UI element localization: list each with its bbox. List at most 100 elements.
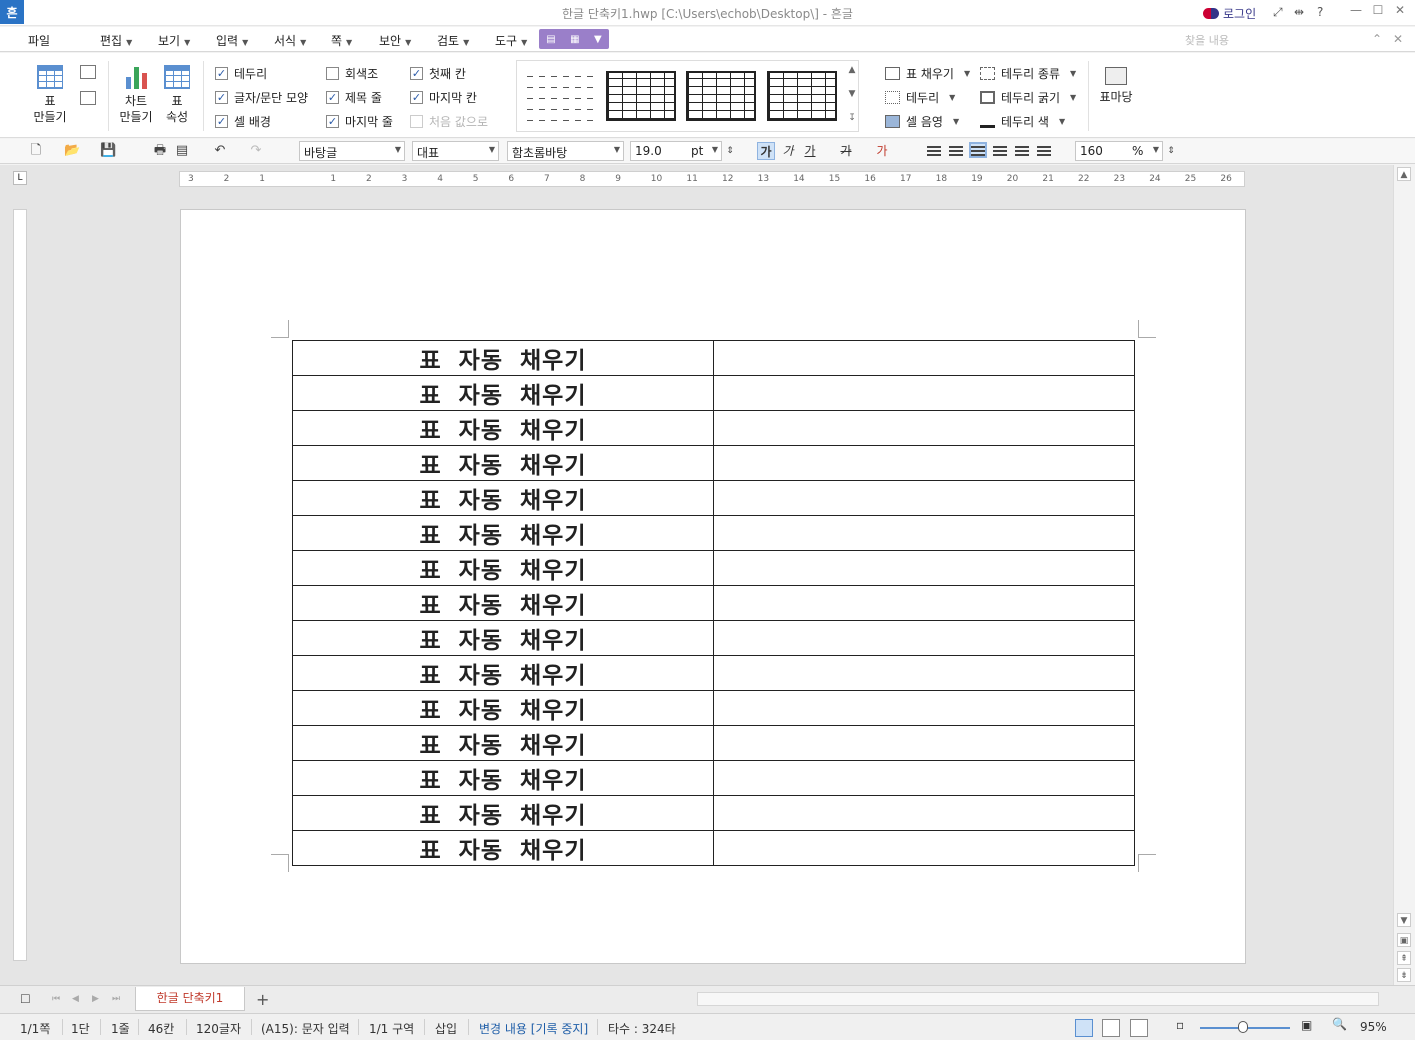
prev-page-icon[interactable]: ⇞ [1397,951,1411,965]
status-track-changes[interactable]: 변경 내용 [기록 중지] [479,1020,588,1037]
table-cell[interactable] [713,760,1135,796]
prev-tab-icon[interactable]: ◀ [72,994,79,1004]
vertical-scrollbar[interactable]: ▲ ▼ ▣ ⇞ ⇟ [1393,165,1415,985]
redo-icon[interactable]: ↷ [248,143,264,159]
table-properties-button[interactable]: 표 속성 [160,65,194,125]
checkbox-checked[interactable]: ✓ [326,91,339,104]
last-tab-icon[interactable]: ⏭ [112,994,120,1004]
table-row[interactable]: 표 자동 채우기 [292,620,1135,656]
border-button[interactable]: 테두리 ▼ [885,89,955,106]
gallery-down-icon[interactable]: ▼ [845,89,859,99]
horizontal-ruler[interactable]: 3 2 1 1 2 3 4 5 6 7 8 9 10 11 12 13 14 15 16 17 18 19 20 21 22 23… [179,171,1245,187]
table-row[interactable]: 표 자동 채우기 [292,515,1135,551]
page-view-button[interactable] [1075,1019,1093,1037]
table-cell[interactable]: 표 자동 채우기 [292,375,714,411]
check-cell-bg[interactable]: ✓ 셀 배경 [215,113,271,130]
table-cell[interactable]: 표 자동 채우기 [292,410,714,446]
table-cell[interactable]: 표 자동 채우기 [292,550,714,586]
border-color-button[interactable]: 테두리 색 ▼ [980,113,1065,130]
undo-icon[interactable]: ↶ [212,143,228,159]
zoom-slider-handle[interactable] [1238,1021,1248,1033]
zoom-out-icon[interactable]: ▫ [1176,1018,1184,1032]
menu-tools[interactable]: 도구 ▼ [495,32,527,49]
check-grayscale[interactable]: 회색조 [326,65,378,82]
language-select[interactable]: 대표 ▼ [412,141,499,161]
maximize-button[interactable]: ☐ [1368,3,1388,17]
strikethrough-button[interactable]: 가 [837,142,855,160]
status-column[interactable]: 1단 [71,1020,90,1037]
check-last-col[interactable]: ✓ 마지막 칸 [410,89,477,106]
check-first-col[interactable]: ✓ 첫째 칸 [410,65,466,82]
document-tab[interactable]: 한글 단축키1 [135,987,245,1011]
status-section[interactable]: 1/1 구역 [369,1020,414,1037]
table-row[interactable]: 표 자동 채우기 [292,585,1135,621]
checkbox-checked[interactable]: ✓ [326,115,339,128]
table-create-button[interactable]: 표 만들기 [28,65,72,125]
table-cell[interactable]: 표 자동 채우기 [292,480,714,516]
table-row[interactable]: 표 자동 채우기 [292,830,1135,866]
font-size-stepper[interactable]: ⇕ [722,143,738,159]
document-page[interactable]: 표 자동 채우기 표 자동 채우기 표 자동 채우기 표 자동 채우기 표 자동 채우기… [180,209,1246,964]
font-select[interactable]: 함초롬바탕 ▼ [507,141,624,161]
table-cell[interactable] [713,690,1135,726]
scroll-down-icon[interactable]: ▼ [1397,913,1411,927]
menu-edit[interactable]: 편집 ▼ [100,32,132,49]
table-cell[interactable] [713,375,1135,411]
menu-format[interactable]: 서식 ▼ [274,32,306,49]
print-icon[interactable]: 🖶 [152,143,168,159]
table-row[interactable]: 표 자동 채우기 [292,445,1135,481]
page-view-icon[interactable]: ▣ [1397,933,1411,947]
menu-review[interactable]: 검토 ▼ [437,32,469,49]
align-left-icon[interactable] [949,144,963,156]
new-document-icon[interactable]: 🗋 [28,143,44,159]
table-cell[interactable] [713,550,1135,586]
table-cell[interactable]: 표 자동 채우기 [292,795,714,831]
preview-icon[interactable]: ▤ [174,143,190,159]
table-cell[interactable]: 표 자동 채우기 [292,830,714,866]
table-cell[interactable] [713,410,1135,446]
fit-width-icon[interactable]: ⇹ [1294,5,1304,19]
fullscreen-icon[interactable]: ⤢ [1273,5,1283,20]
collapse-ribbon-icon[interactable]: ⌃ [1372,32,1382,46]
table-layout-icon[interactable]: ▦ [570,34,579,45]
fit-width-button[interactable] [1102,1019,1120,1037]
vertical-ruler[interactable] [13,209,27,961]
align-split-icon[interactable] [1037,144,1051,156]
menu-security[interactable]: 보안 ▼ [379,32,411,49]
erase-table-icon[interactable] [80,91,96,105]
menu-view[interactable]: 보기 ▼ [158,32,190,49]
search-input[interactable]: 찾을 내용 [1185,32,1365,47]
check-last-row[interactable]: ✓ 마지막 줄 [326,113,393,130]
check-border[interactable]: ✓ 테두리 [215,65,267,82]
table-cell[interactable]: 표 자동 채우기 [292,340,714,376]
style-select[interactable]: 바탕글 ▼ [299,141,405,161]
align-distribute-icon[interactable] [1015,144,1029,156]
table-style-option[interactable] [767,71,837,121]
zoom-in-icon[interactable]: ▣ [1301,1018,1312,1032]
table-cell[interactable]: 표 자동 채우기 [292,620,714,656]
menu-file[interactable]: 파일 [28,32,50,49]
table-style-option[interactable] [606,71,676,121]
table-cell[interactable] [713,830,1135,866]
table-cell[interactable] [713,655,1135,691]
font-color-button[interactable]: 가 [873,142,891,160]
bold-button[interactable]: 가 [757,142,775,160]
underline-button[interactable]: 가 [801,142,819,160]
horizontal-scrollbar[interactable] [697,992,1379,1006]
help-icon[interactable]: ? [1317,5,1323,19]
check-char-para[interactable]: ✓ 글자/문단 모양 [215,89,308,106]
table-row[interactable]: 표 자동 채우기 [292,550,1135,586]
checkbox-checked[interactable]: ✓ [410,91,423,104]
table-row[interactable]: 표 자동 채우기 [292,795,1135,831]
checkbox-checked[interactable]: ✓ [215,115,228,128]
check-header-row[interactable]: ✓ 제목 줄 [326,89,382,106]
next-page-icon[interactable]: ⇟ [1397,968,1411,982]
align-center-icon[interactable] [969,142,987,158]
table-row[interactable]: 표 자동 채우기 [292,480,1135,516]
next-tab-icon[interactable]: ▶ [92,994,99,1004]
gallery-up-icon[interactable]: ▲ [845,65,859,75]
table-cell[interactable] [713,585,1135,621]
table-cell[interactable] [713,620,1135,656]
table-cell[interactable] [713,340,1135,376]
table-row[interactable]: 표 자동 채우기 [292,655,1135,691]
